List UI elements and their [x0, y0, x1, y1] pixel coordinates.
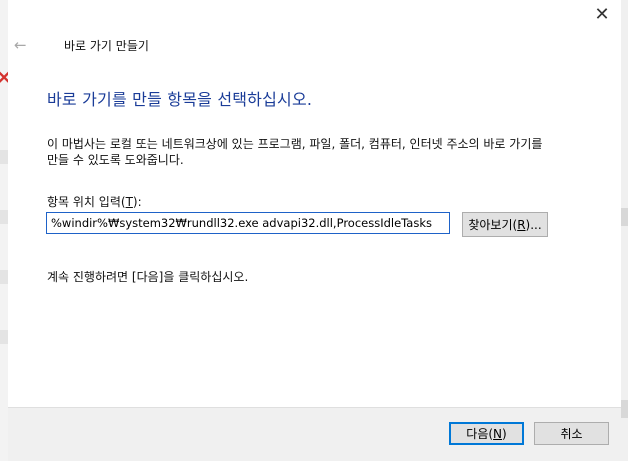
page-heading: 바로 가기를 만들 항목을 선택하십시오.	[47, 90, 313, 109]
background-stripe	[621, 400, 628, 418]
description-line: 만들 수 있도록 도와줍니다.	[47, 153, 184, 167]
continue-instruction: 계속 진행하려면 [다음]을 클릭하십시오.	[47, 270, 249, 284]
next-button[interactable]: 다음(N)	[449, 422, 524, 445]
location-label: 항목 위치 입력(T):	[47, 193, 142, 210]
window-title: 바로 가기 만들기	[64, 39, 149, 53]
next-label-suffix: )	[502, 426, 507, 441]
background-stripe	[621, 208, 628, 226]
background-stripe	[0, 330, 8, 344]
wizard-description: 이 마법사는 로컬 또는 네트워크상에 있는 프로그램, 파일, 폴더, 컴퓨터…	[47, 136, 607, 168]
background-stripe	[0, 150, 8, 164]
background-stripe	[0, 270, 8, 284]
next-label-prefix: 다음(	[466, 427, 494, 441]
location-label-prefix: 항목 위치 입력(	[47, 195, 126, 209]
location-label-accesskey: T	[125, 195, 133, 209]
browse-label-suffix: )...	[525, 217, 542, 232]
browse-label-accesskey: R	[517, 217, 526, 232]
background-window-left: ✕	[0, 0, 14, 461]
description-line: 이 마법사는 로컬 또는 네트워크상에 있는 프로그램, 파일, 폴더, 컴퓨터…	[47, 137, 543, 151]
dialog-footer: 다음(N) 취소	[8, 407, 621, 456]
back-arrow-icon[interactable]: ←	[14, 36, 27, 54]
close-button[interactable]: ✕	[591, 4, 613, 26]
shortcut-wizard-icon	[41, 39, 57, 53]
location-input[interactable]	[46, 212, 450, 234]
create-shortcut-dialog: ✕ ← 바로 가기 만들기 바로 가기를 만들 항목을 선택하십시오. 이 마법…	[8, 0, 621, 456]
close-icon: ✕	[594, 4, 610, 25]
background-window-right	[621, 0, 628, 461]
location-label-suffix: ):	[132, 195, 142, 209]
browse-button[interactable]: 찾아보기(R)...	[462, 212, 548, 237]
cancel-button[interactable]: 취소	[534, 422, 609, 445]
browse-label-prefix: 찾아보기(	[468, 218, 518, 232]
next-label-accesskey: N	[493, 426, 503, 441]
background-stripe	[0, 210, 8, 224]
